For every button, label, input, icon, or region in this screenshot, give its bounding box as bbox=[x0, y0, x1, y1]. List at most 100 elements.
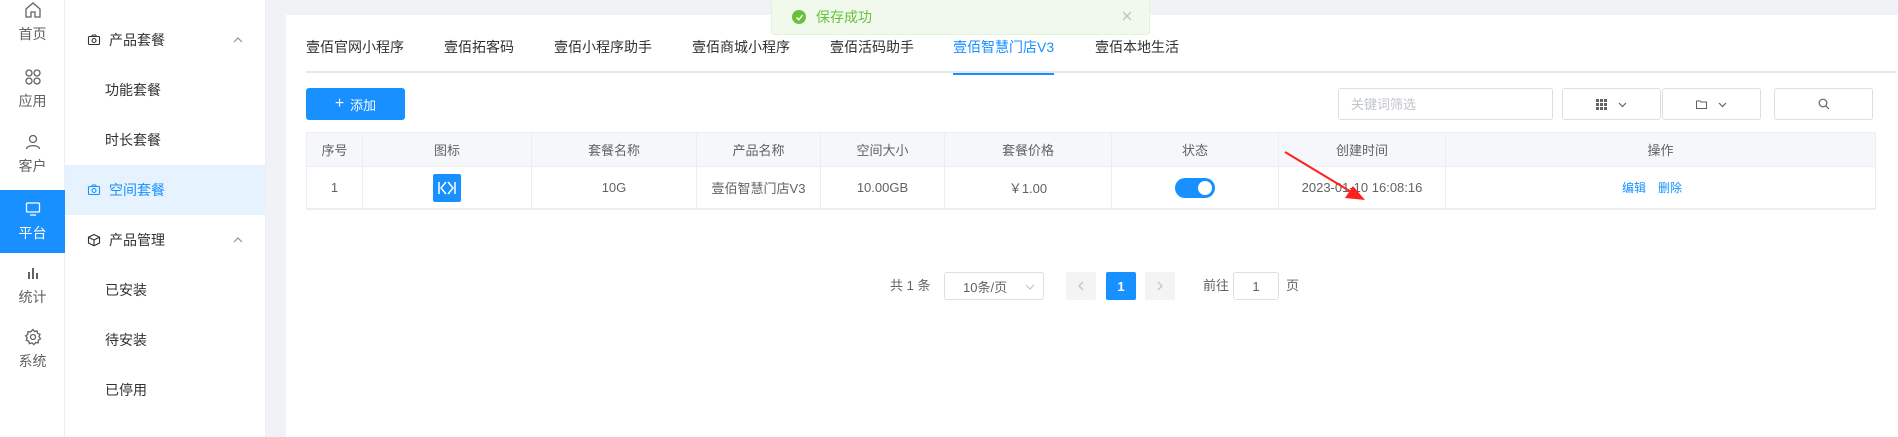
cell-product-name: 壹佰智慧门店V3 bbox=[697, 167, 821, 208]
table-header: 序号 图标 套餐名称 产品名称 空间大小 套餐价格 状态 创建时间 操作 bbox=[307, 133, 1875, 167]
goto-label: 前往 bbox=[1203, 278, 1230, 293]
chevron-down-icon bbox=[1025, 284, 1035, 290]
pagination: 共 1 条 10条/页 1 前往 页 bbox=[286, 272, 1898, 300]
cell-index: 1 bbox=[307, 167, 363, 208]
home-icon bbox=[24, 2, 41, 18]
secondary-nav: 产品套餐 功能套餐 时长套餐 空间套餐 产品管理 已安装 待安装 已停用 bbox=[65, 0, 266, 437]
header-status: 状态 bbox=[1112, 133, 1279, 166]
chevron-up-icon bbox=[233, 37, 243, 43]
rail-label-stats: 统计 bbox=[18, 289, 47, 305]
menu-item-label: 功能套餐 bbox=[105, 82, 161, 98]
success-toast: 保存成功 bbox=[771, 0, 1150, 35]
cell-icon bbox=[363, 167, 532, 208]
menu-item-space-packages[interactable]: 空间套餐 bbox=[65, 165, 266, 215]
prev-page-button[interactable] bbox=[1066, 272, 1096, 300]
close-icon[interactable] bbox=[1121, 10, 1133, 22]
add-button-label: 添加 bbox=[350, 97, 377, 113]
rail-label-customers: 客户 bbox=[18, 158, 47, 174]
menu-group-product-packages[interactable]: 产品套餐 bbox=[65, 15, 266, 65]
primary-nav-rail: 首页 应用 客户 平台 统计 系统 bbox=[0, 0, 65, 437]
next-page-button[interactable] bbox=[1145, 272, 1175, 300]
folder-icon bbox=[1695, 100, 1707, 109]
menu-item-label: 待安装 bbox=[105, 332, 147, 348]
package-app-icon bbox=[433, 173, 461, 202]
delete-link[interactable]: 删除 bbox=[1658, 179, 1682, 196]
header-product-name: 产品名称 bbox=[697, 133, 821, 166]
rail-label-apps: 应用 bbox=[18, 93, 47, 109]
menu-item-installed[interactable]: 已安装 bbox=[65, 265, 266, 315]
main-content-card: 壹佰官网小程序 壹佰拓客码 壹佰小程序助手 壹佰商城小程序 壹佰活码助手 壹佰智… bbox=[286, 15, 1898, 437]
monitor-icon bbox=[25, 202, 40, 216]
rail-label-system: 系统 bbox=[18, 353, 47, 369]
menu-item-label: 时长套餐 bbox=[105, 132, 161, 148]
tab-lead-code[interactable]: 壹佰拓客码 bbox=[444, 35, 514, 73]
search-icon bbox=[1818, 98, 1829, 110]
cell-space-size: 10.00GB bbox=[821, 167, 945, 208]
rail-label-home: 首页 bbox=[18, 26, 47, 42]
page-number-current[interactable]: 1 bbox=[1106, 272, 1136, 300]
rail-item-system[interactable]: 系统 bbox=[0, 318, 65, 381]
header-package-name: 套餐名称 bbox=[532, 133, 697, 166]
search-button[interactable] bbox=[1774, 88, 1873, 120]
tab-local-life[interactable]: 壹佰本地生活 bbox=[1095, 35, 1179, 73]
product-tabs: 壹佰官网小程序 壹佰拓客码 壹佰小程序助手 壹佰商城小程序 壹佰活码助手 壹佰智… bbox=[306, 35, 1896, 75]
rail-item-platform[interactable]: 平台 bbox=[0, 190, 65, 253]
chevron-left-icon bbox=[1078, 281, 1084, 291]
tab-live-code-assistant[interactable]: 壹佰活码助手 bbox=[830, 35, 914, 73]
menu-item-disabled[interactable]: 已停用 bbox=[65, 365, 266, 415]
header-space-size: 空间大小 bbox=[821, 133, 945, 166]
camera-icon bbox=[87, 34, 101, 46]
chevron-down-icon bbox=[1618, 102, 1626, 107]
menu-item-pending-install[interactable]: 待安装 bbox=[65, 315, 266, 365]
table-row: 1 10G 壹佰智慧门店V3 10.00GB ￥1.00 2023-01-10 … bbox=[307, 167, 1875, 209]
view-mode-select[interactable] bbox=[1562, 88, 1661, 120]
tab-smart-store-v3[interactable]: 壹佰智慧门店V3 bbox=[953, 35, 1055, 75]
cell-price: ￥1.00 bbox=[945, 167, 1112, 208]
cell-status bbox=[1112, 167, 1279, 208]
check-circle-icon bbox=[792, 10, 806, 24]
bar-chart-icon bbox=[27, 268, 38, 279]
user-icon bbox=[25, 134, 40, 150]
menu-group-label: 产品套餐 bbox=[109, 32, 165, 48]
goto-suffix: 页 bbox=[1286, 278, 1300, 293]
cube-icon bbox=[87, 233, 101, 247]
cell-actions: 编辑 删除 bbox=[1446, 167, 1875, 208]
rail-item-apps[interactable]: 应用 bbox=[0, 58, 65, 121]
add-button[interactable]: + 添加 bbox=[306, 88, 405, 120]
packages-table: 序号 图标 套餐名称 产品名称 空间大小 套餐价格 状态 创建时间 操作 1 1… bbox=[306, 132, 1876, 210]
grid-icon bbox=[1595, 98, 1607, 110]
chevron-down-icon bbox=[1718, 102, 1726, 107]
plus-icon: + bbox=[334, 95, 345, 112]
header-icon: 图标 bbox=[363, 133, 532, 166]
menu-item-duration-packages[interactable]: 时长套餐 bbox=[65, 115, 266, 165]
menu-item-label: 已安装 bbox=[105, 282, 147, 298]
toast-message: 保存成功 bbox=[816, 9, 872, 25]
menu-item-label: 已停用 bbox=[105, 382, 147, 398]
camera-icon bbox=[87, 184, 101, 196]
status-toggle[interactable] bbox=[1175, 177, 1215, 198]
header-actions: 操作 bbox=[1647, 143, 1674, 158]
rail-item-home[interactable]: 首页 bbox=[0, 0, 65, 45]
keyword-filter-input[interactable] bbox=[1338, 88, 1553, 120]
page-size-value: 10条/页 bbox=[963, 279, 1008, 295]
header-index: 序号 bbox=[307, 133, 363, 166]
pagination-total: 共 1 条 bbox=[890, 278, 931, 293]
folder-select[interactable] bbox=[1662, 88, 1761, 120]
menu-group-product-management[interactable]: 产品管理 bbox=[65, 215, 266, 265]
menu-group-label: 产品管理 bbox=[109, 232, 165, 248]
cell-package-name: 10G bbox=[532, 167, 697, 208]
rail-item-customers[interactable]: 客户 bbox=[0, 123, 65, 186]
tab-miniprogram-assistant[interactable]: 壹佰小程序助手 bbox=[554, 35, 652, 73]
menu-item-feature-packages[interactable]: 功能套餐 bbox=[65, 65, 266, 115]
goto-page-input[interactable] bbox=[1233, 272, 1279, 300]
page-size-select[interactable]: 10条/页 bbox=[944, 272, 1044, 300]
tab-mall-miniprogram[interactable]: 壹佰商城小程序 bbox=[692, 35, 790, 73]
chevron-right-icon bbox=[1157, 281, 1163, 291]
annotation-arrow bbox=[1284, 151, 1365, 200]
apps-icon bbox=[24, 69, 41, 85]
menu-item-label: 空间套餐 bbox=[109, 182, 165, 198]
tab-official-miniprogram[interactable]: 壹佰官网小程序 bbox=[306, 35, 404, 73]
rail-label-platform: 平台 bbox=[18, 225, 47, 241]
rail-item-stats[interactable]: 统计 bbox=[0, 254, 65, 317]
edit-link[interactable]: 编辑 bbox=[1622, 179, 1646, 196]
